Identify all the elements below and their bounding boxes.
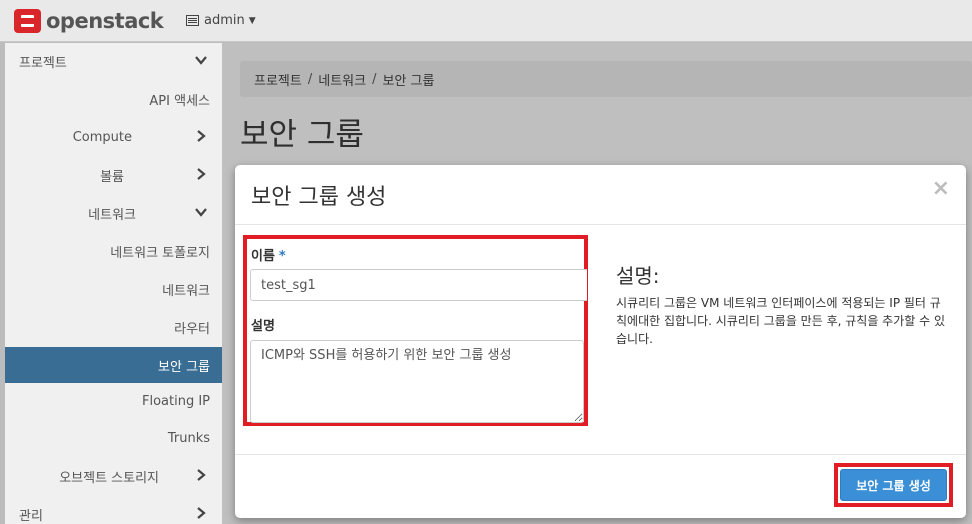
- chevron-right-icon: [197, 168, 206, 180]
- sidebar-item-network-topology[interactable]: 네트워크 토폴로지: [5, 233, 222, 269]
- help-title: 설명:: [616, 264, 660, 288]
- sidebar-item-label: 프로젝트: [19, 55, 67, 71]
- sidebar-item-trunks[interactable]: Trunks: [5, 420, 222, 456]
- create-security-group-button[interactable]: 보안 그룹 생성: [840, 469, 947, 501]
- sidebar-item-networks[interactable]: 네트워크: [5, 271, 222, 307]
- sidebar-item-label: Trunks: [167, 430, 210, 446]
- sidebar-item-compute[interactable]: Compute: [5, 119, 222, 155]
- caret-down-icon: ▼: [248, 15, 256, 26]
- chevron-down-icon: [195, 56, 207, 65]
- modal-title: 보안 그룹 생성: [251, 185, 387, 210]
- required-asterisk: *: [278, 249, 286, 264]
- name-input[interactable]: [250, 269, 587, 301]
- breadcrumb-separator: /: [372, 71, 377, 87]
- sidebar-item-label: 보안 그룹: [158, 359, 210, 375]
- help-text: 시큐리티 그룹은 VM 네트워크 인터페이스에 적용되는 IP 필터 규칙에대한…: [616, 296, 946, 346]
- name-label-text: 이름: [251, 249, 275, 264]
- create-security-group-modal: 보안 그룹 생성 × 이름* 설명 ICMP와 SSH를 허용하기 위한 보안 …: [235, 165, 966, 518]
- sidebar-item-label: 네트워크: [162, 283, 210, 299]
- close-icon[interactable]: ×: [932, 178, 950, 200]
- sidebar-item-label: API 액세스: [149, 93, 210, 109]
- sidebar-item-label: Floating IP: [141, 393, 210, 409]
- chevron-right-icon: [197, 130, 206, 142]
- sidebar-item-object-storage[interactable]: 오브젝트 스토리지: [5, 458, 222, 494]
- breadcrumb: 프로젝트 / 네트워크 / 보안 그룹: [240, 61, 972, 97]
- sidebar-item-floating-ip[interactable]: Floating IP: [5, 383, 222, 419]
- project-name: admin: [204, 13, 245, 28]
- submit-highlight: 보안 그룹 생성: [834, 463, 953, 507]
- modal-footer: 보안 그룹 생성: [235, 454, 966, 518]
- chevron-down-icon: [195, 208, 207, 217]
- chevron-right-icon: [197, 469, 206, 481]
- sidebar-item-api-access[interactable]: API 액세스: [5, 81, 222, 117]
- project-list-icon: [186, 15, 199, 26]
- sidebar-item-network[interactable]: 네트워크: [5, 195, 222, 231]
- openstack-logo[interactable]: openstack: [14, 9, 164, 33]
- modal-header: 보안 그룹 생성 ×: [235, 165, 966, 225]
- sidebar-item-label: 라우터: [174, 321, 210, 337]
- breadcrumb-separator: /: [307, 71, 313, 87]
- sidebar-item-project[interactable]: 프로젝트: [5, 43, 222, 79]
- chevron-right-icon: [197, 507, 206, 519]
- brand-name: openstack: [46, 9, 164, 33]
- breadcrumb-item-security-groups: 보안 그룹: [382, 73, 435, 89]
- sidebar-item-routers[interactable]: 라우터: [5, 309, 222, 345]
- description-textarea[interactable]: ICMP와 SSH를 허용하기 위한 보안 그룹 생성: [250, 340, 584, 423]
- form-highlight: 이름* 설명 ICMP와 SSH를 허용하기 위한 보안 그룹 생성: [243, 235, 588, 426]
- openstack-logo-icon: [14, 9, 41, 33]
- breadcrumb-item-project[interactable]: 프로젝트: [254, 70, 302, 89]
- sidebar-item-label: 네트워크 토폴로지: [110, 245, 210, 261]
- sidebar: 프로젝트 API 액세스 Compute 볼륨 네트워크 네트워크 토폴로지 네…: [5, 43, 222, 524]
- name-field-label: 이름 *: [251, 245, 286, 264]
- sidebar-item-label: 관리: [19, 508, 43, 524]
- sidebar-item-security-groups[interactable]: 보안 그룹: [5, 347, 222, 383]
- sidebar-item-admin[interactable]: 관리: [5, 496, 222, 524]
- breadcrumb-item-network[interactable]: 네트워크: [318, 70, 366, 89]
- project-selector[interactable]: admin ▼: [186, 13, 256, 28]
- sidebar-item-volumes[interactable]: 볼륨: [5, 157, 222, 193]
- description-field-label: 설명: [251, 319, 275, 334]
- top-navbar: openstack admin ▼: [0, 0, 972, 42]
- page-title: 보안 그룹: [240, 117, 364, 153]
